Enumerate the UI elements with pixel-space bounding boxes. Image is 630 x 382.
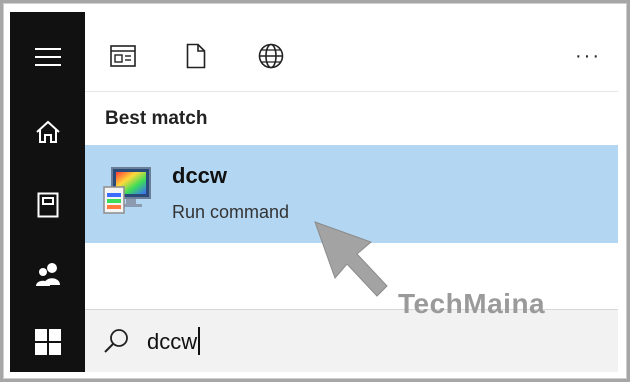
result-subtitle: Run command: [172, 202, 290, 222]
people-icon[interactable]: [10, 244, 85, 304]
web-filter-icon[interactable]: [253, 38, 289, 74]
apps-filter-icon[interactable]: [105, 38, 141, 74]
windows-start-icon[interactable]: [10, 312, 85, 372]
display-color-calibration-icon: [102, 165, 154, 217]
result-title: dccw: [172, 163, 228, 188]
hamburger-menu-icon[interactable]: [10, 27, 85, 87]
documents-icon[interactable]: [10, 175, 85, 235]
documents-filter-icon[interactable]: [178, 38, 214, 74]
pointer-arrow-icon: [313, 220, 393, 300]
search-input-value: dccw: [147, 329, 198, 354]
search-icon: [102, 327, 130, 355]
search-input[interactable]: dccw: [147, 327, 201, 355]
watermark: TechMaina: [398, 288, 546, 319]
text-caret: [198, 327, 201, 355]
toolbar-divider: [85, 91, 618, 92]
best-match-heading: Best match: [105, 108, 208, 129]
start-menu-rail: [10, 12, 85, 372]
more-options-button[interactable]: ···: [570, 38, 606, 74]
home-icon[interactable]: [10, 102, 85, 162]
